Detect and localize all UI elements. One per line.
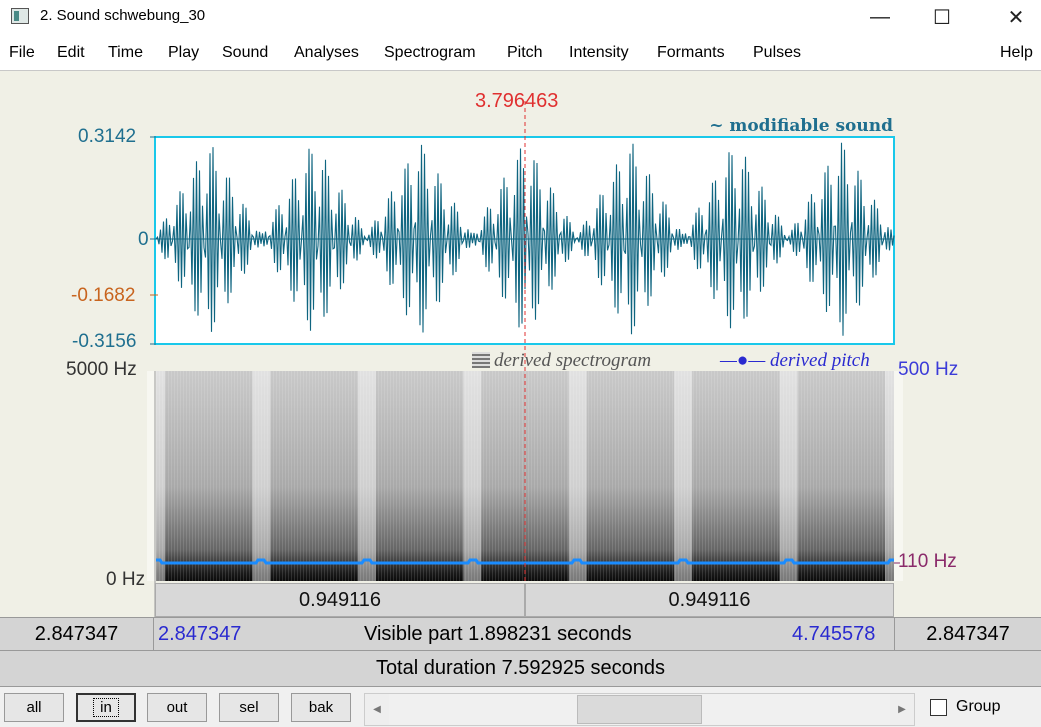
wave-zero-label: 0 xyxy=(138,229,149,250)
group-checkbox[interactable] xyxy=(930,699,947,716)
cursor-time-label: 3.796463 xyxy=(475,90,559,112)
spectrogram-legend-text: derived spectrogram xyxy=(494,350,652,371)
menu-intensity[interactable]: Intensity xyxy=(569,44,629,62)
zoom-back-button[interactable]: bak xyxy=(291,693,351,722)
zoom-all-button[interactable]: all xyxy=(4,693,64,722)
before-visible-time[interactable]: 2.847347 xyxy=(0,618,154,650)
graph-svg[interactable] xyxy=(0,71,1041,618)
visible-start-time: 2.847347 xyxy=(158,622,242,645)
beat-null-band xyxy=(674,371,693,581)
zoom-in-button[interactable]: in xyxy=(76,693,136,722)
total-duration-bar[interactable]: Total duration 7.592925 seconds xyxy=(0,651,1041,687)
pitch-top-label: 500 Hz xyxy=(898,359,959,380)
selection-left-segment[interactable]: 0.949116 xyxy=(155,583,525,617)
menu-edit[interactable]: Edit xyxy=(57,44,85,62)
group-label: Group xyxy=(956,698,1001,715)
wave-ymax-label: 0.3142 xyxy=(78,126,137,147)
menu-bar: File Edit Time Play Sound Analyses Spect… xyxy=(0,36,1041,70)
title-bar: 2. Sound schwebung_30 — ☐ ✕ xyxy=(0,0,1041,34)
pitch-dot-icon: —●— xyxy=(720,350,766,371)
scroll-thumb[interactable] xyxy=(577,695,702,724)
beat-null-band xyxy=(252,371,271,581)
spectrogram-swatch-icon xyxy=(472,352,490,368)
pitch-legend-text: derived pitch xyxy=(770,350,870,371)
window-title: 2. Sound schwebung_30 xyxy=(40,7,206,24)
menu-analyses[interactable]: Analyses xyxy=(294,44,359,62)
visible-part-bar: 2.847347 2.847347 Visible part 1.898231 … xyxy=(0,617,1041,651)
modifiable-sound-label: ~ modifiable sound xyxy=(709,116,893,136)
maximize-button[interactable]: ☐ xyxy=(919,0,965,34)
menu-formants[interactable]: Formants xyxy=(657,44,725,62)
bottom-controls: all in out sel bak ◀ ▶ Group xyxy=(0,687,1041,727)
spectrogram-legend: derived spectrogram xyxy=(472,350,651,372)
menu-time[interactable]: Time xyxy=(108,44,143,62)
menu-pulses[interactable]: Pulses xyxy=(753,44,801,62)
menu-sound[interactable]: Sound xyxy=(222,44,268,62)
close-button[interactable]: ✕ xyxy=(993,0,1039,34)
praat-app-icon xyxy=(11,8,29,24)
minimize-button[interactable]: — xyxy=(857,0,903,34)
beat-null-band xyxy=(147,371,165,581)
zoom-selection-button[interactable]: sel xyxy=(219,693,279,722)
menu-play[interactable]: Play xyxy=(168,44,199,62)
scroll-left-icon[interactable]: ◀ xyxy=(365,694,389,725)
beat-null-band xyxy=(463,371,482,581)
wave-cursor-value-label: -0.1682 xyxy=(71,285,136,306)
wave-ymin-label: -0.3156 xyxy=(72,331,137,352)
pitch-value-label: 110 Hz xyxy=(898,551,957,572)
freq-max-label: 5000 Hz xyxy=(66,359,137,380)
time-scrollbar[interactable]: ◀ ▶ xyxy=(364,693,915,726)
beat-null-band xyxy=(357,371,376,581)
beat-null-band xyxy=(885,371,903,581)
menu-help[interactable]: Help xyxy=(1000,44,1033,62)
zoom-out-button[interactable]: out xyxy=(147,693,207,722)
zoom-in-label: in xyxy=(93,698,119,717)
menu-file[interactable]: File xyxy=(9,44,35,62)
editor-canvas[interactable]: 3.796463 ~ modifiable sound 0.3142 0 -0.… xyxy=(0,70,1041,617)
pitch-legend: —●— derived pitch xyxy=(720,350,870,372)
menu-spectrogram[interactable]: Spectrogram xyxy=(384,44,476,62)
menu-pitch[interactable]: Pitch xyxy=(507,44,543,62)
selection-right-segment[interactable]: 0.949116 xyxy=(525,583,894,617)
beat-null-band xyxy=(779,371,798,581)
after-visible-time[interactable]: 2.847347 xyxy=(894,618,1041,650)
visible-part-label[interactable]: Visible part 1.898231 seconds xyxy=(364,618,632,650)
visible-end-time: 4.745578 xyxy=(792,622,876,645)
freq-min-label: 0 Hz xyxy=(106,569,146,590)
scroll-right-icon[interactable]: ▶ xyxy=(890,694,914,725)
beat-null-band xyxy=(568,371,587,581)
